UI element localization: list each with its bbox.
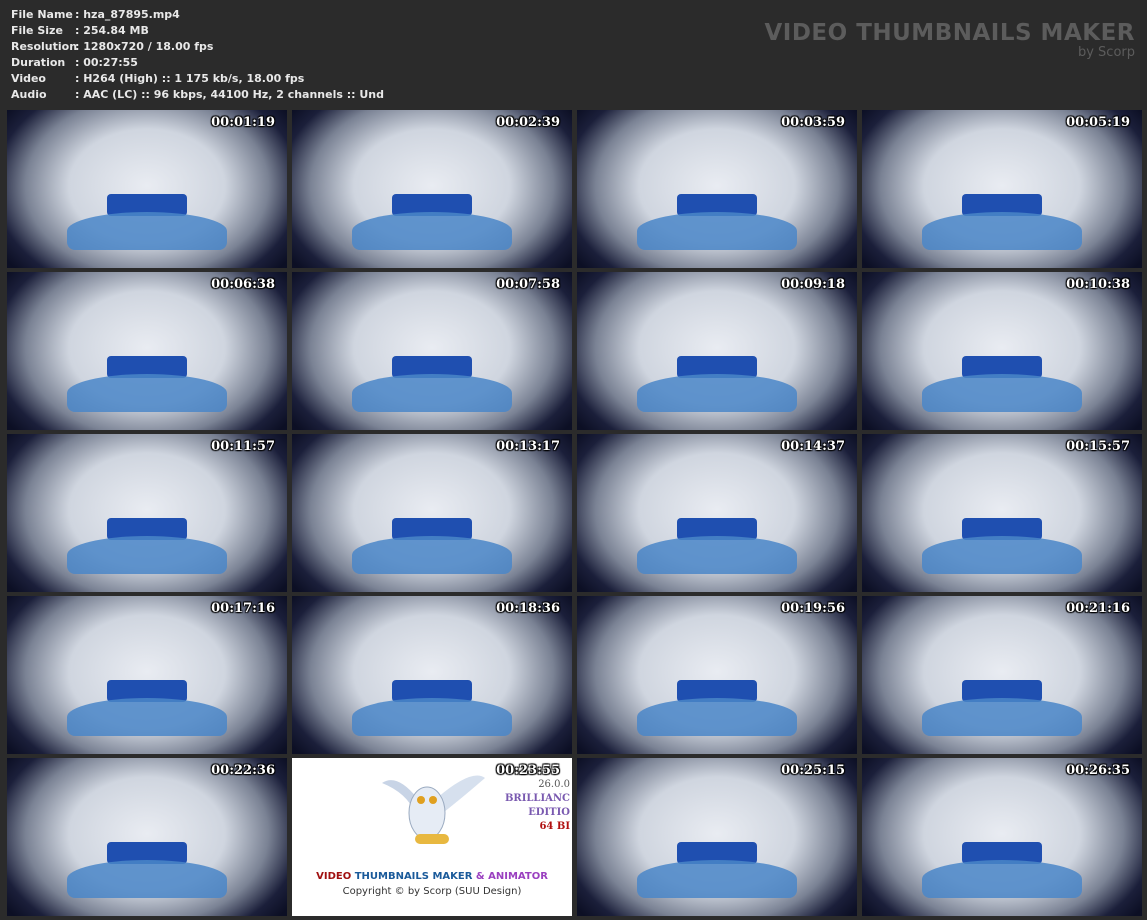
video-frame-thumbnail: 00:05:19 [862,110,1142,268]
file-info: File Name: hza_87895.mp4 File Size: 254.8… [11,7,384,103]
timestamp: 00:25:15 [781,763,845,778]
info-value: : 254.84 MB [75,24,149,37]
video-frame-thumbnail: 00:07:58 [292,272,572,430]
frame-placeholder [67,374,227,412]
logo-copyright: Copyright © by Scorp (SUU Design) [342,886,522,897]
video-frame-thumbnail: 00:01:19 [7,110,287,268]
frame-placeholder [637,536,797,574]
video-frame-thumbnail: 00:17:16 [7,596,287,754]
timestamp: 00:21:16 [1066,601,1130,616]
owl-logo-icon [382,775,485,844]
timestamp: 00:05:19 [1066,115,1130,130]
frame-placeholder [67,536,227,574]
frame-placeholder [67,860,227,898]
frame-placeholder [637,698,797,736]
brand-watermark: VIDEO THUMBNAILS MAKER by Scorp [764,20,1135,60]
video-frame-thumbnail: 00:25:15 [577,758,857,916]
app-logo-thumbnail: VIDEO THUMBNAILS MAKER & ANIMATOR Copyri… [292,758,572,916]
info-key: Duration [11,56,66,69]
frame-placeholder [922,374,1082,412]
logo-title: VIDEO THUMBNAILS MAKER & ANIMATOR [316,871,548,882]
info-key: Video [11,72,46,85]
video-frame-thumbnail: 00:18:36 [292,596,572,754]
video-frame-thumbnail: 00:26:35 [862,758,1142,916]
timestamp: 00:13:17 [496,439,560,454]
video-frame-thumbnail: 00:10:38 [862,272,1142,430]
info-row: File Size : 254.84 MB [11,23,384,39]
timestamp: 00:03:59 [781,115,845,130]
video-frame-thumbnail: 00:13:17 [292,434,572,592]
video-frame-thumbnail: 00:15:57 [862,434,1142,592]
info-row: File Name: hza_87895.mp4 [11,7,384,23]
info-row: Audio : AAC (LC) :: 96 kbps, 44100 Hz, 2 … [11,87,384,103]
frame-placeholder [352,536,512,574]
timestamp: 00:07:58 [496,277,560,292]
frame-placeholder [67,698,227,736]
video-frame-thumbnail: 00:03:59 [577,110,857,268]
logo-edition: 26.0.0 BRILLIANC EDITIO 64 BI [504,779,570,832]
video-frame-thumbnail: 00:19:56 [577,596,857,754]
video-frame-thumbnail: 00:02:39 [292,110,572,268]
frame-placeholder [637,860,797,898]
timestamp: 00:06:38 [211,277,275,292]
info-value: : hza_87895.mp4 [75,8,180,21]
timestamp: 00:22:36 [211,763,275,778]
info-key: Resolution [11,40,78,53]
timestamp: 00:14:37 [781,439,845,454]
frame-placeholder [352,698,512,736]
info-key: Audio [11,88,47,101]
info-value: : 00:27:55 [75,56,138,69]
video-frame-thumbnail: 00:21:16 [862,596,1142,754]
frame-placeholder [922,212,1082,250]
frame-placeholder [637,212,797,250]
timestamp: 00:02:39 [496,115,560,130]
frame-placeholder [637,374,797,412]
brand-subtitle: by Scorp [1077,45,1135,60]
timestamp: 00:23:55 [496,763,560,778]
info-value: : AAC (LC) :: 96 kbps, 44100 Hz, 2 chann… [75,88,385,101]
info-row: Video : H264 (High) :: 1 175 kb/s, 18.00 … [11,71,384,87]
timestamp: 00:09:18 [781,277,845,292]
frame-placeholder [67,212,227,250]
timestamp: 00:11:57 [211,439,275,454]
timestamp: 00:10:38 [1066,277,1130,292]
frame-placeholder [352,374,512,412]
frame-placeholder [922,698,1082,736]
timestamp: 00:19:56 [781,601,845,616]
video-frame-thumbnail: 00:22:36 [7,758,287,916]
timestamp: 00:01:19 [211,115,275,130]
timestamp: 00:18:36 [496,601,560,616]
timestamp: 00:15:57 [1066,439,1130,454]
frame-placeholder [922,536,1082,574]
info-row: Resolution: 1280x720 / 18.00 fps [11,39,384,55]
frame-placeholder [352,212,512,250]
info-value: : 1280x720 / 18.00 fps [75,40,214,53]
info-key: File Size [11,24,63,37]
info-value: : H264 (High) :: 1 175 kb/s, 18.00 fps [75,72,305,85]
info-key: File Name [11,8,73,21]
video-frame-thumbnail: 00:06:38 [7,272,287,430]
frame-placeholder [922,860,1082,898]
info-row: Duration : 00:27:55 [11,55,384,71]
video-frame-thumbnail: 00:09:18 [577,272,857,430]
video-frame-thumbnail: 00:14:37 [577,434,857,592]
timestamp: 00:26:35 [1066,763,1130,778]
video-frame-thumbnail: 00:11:57 [7,434,287,592]
timestamp: 00:17:16 [211,601,275,616]
brand-title: VIDEO THUMBNAILS MAKER [764,20,1135,46]
